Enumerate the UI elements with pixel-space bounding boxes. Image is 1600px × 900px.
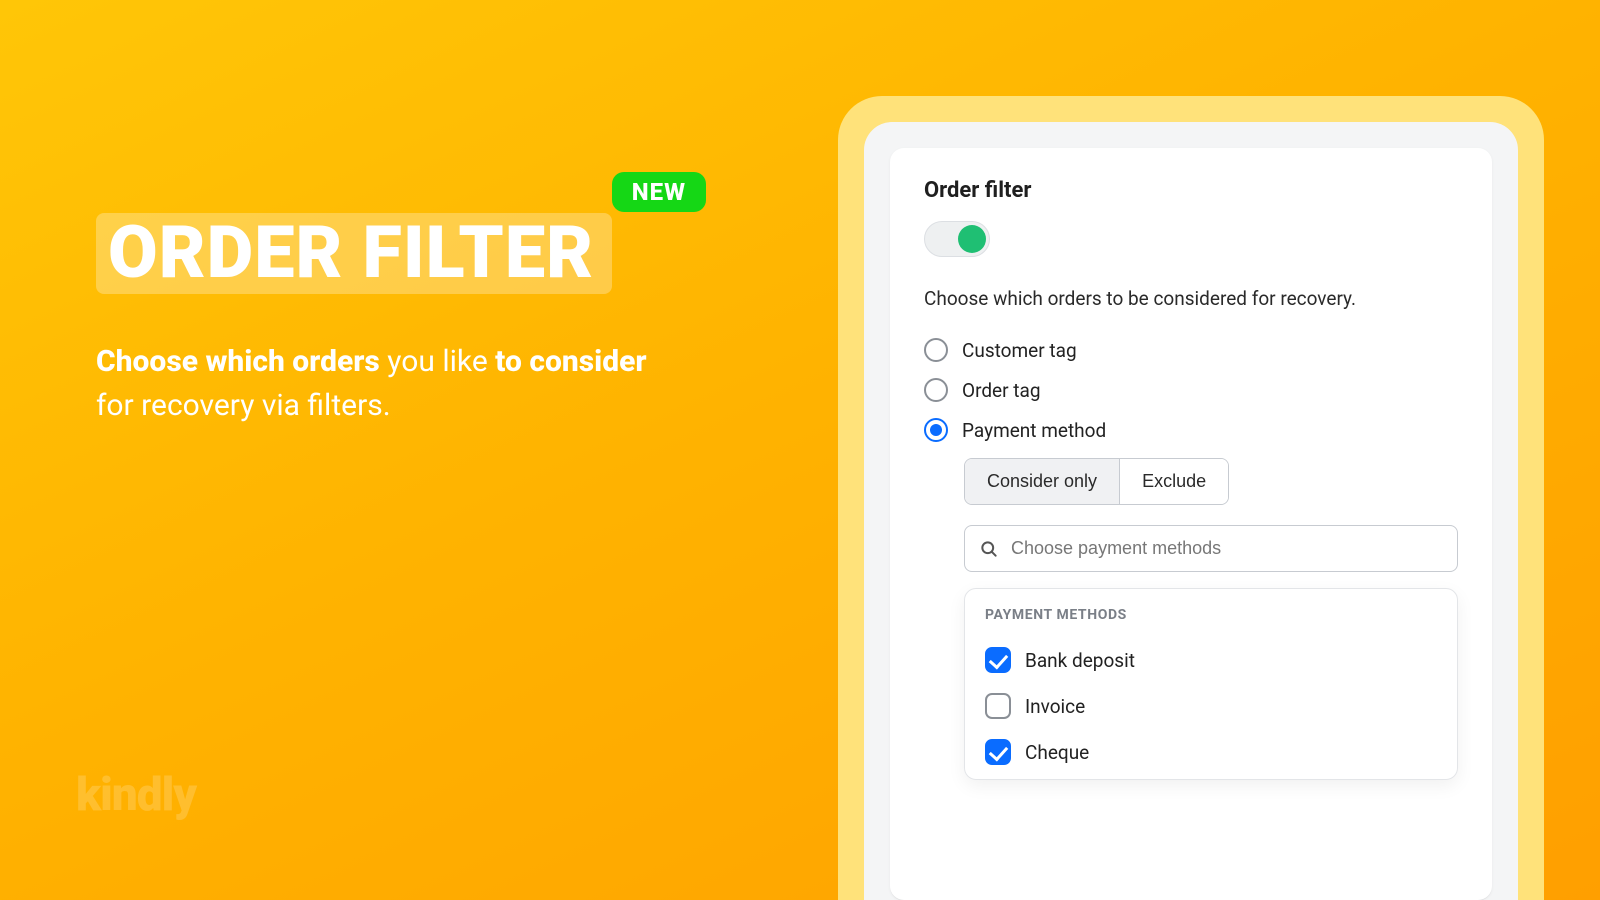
option-label: Invoice bbox=[1025, 695, 1085, 718]
filter-type-radio-group: Customer tag Order tag Payment method bbox=[924, 338, 1458, 442]
dropdown-section-header: PAYMENT METHODS bbox=[985, 607, 1437, 623]
hero-sub-tail: for recovery via filters. bbox=[96, 388, 391, 423]
exclude-button[interactable]: Exclude bbox=[1119, 459, 1228, 504]
order-filter-card: Order filter Choose which orders to be c… bbox=[890, 148, 1492, 900]
hero-title: ORDER FILTER bbox=[108, 213, 594, 292]
search-icon bbox=[979, 539, 999, 559]
radio-icon bbox=[924, 418, 948, 442]
brand-watermark: kindly bbox=[76, 775, 196, 816]
payment-method-subpanel: Consider only Exclude PAYMENT METHODS Ba… bbox=[964, 458, 1458, 780]
device-screen: Order filter Choose which orders to be c… bbox=[864, 122, 1518, 900]
hero-sub-bold-1: Choose which orders bbox=[96, 344, 380, 379]
radio-icon bbox=[924, 338, 948, 362]
radio-customer-tag[interactable]: Customer tag bbox=[924, 338, 1458, 362]
option-label: Cheque bbox=[1025, 741, 1089, 764]
consider-only-button[interactable]: Consider only bbox=[965, 459, 1119, 504]
checkbox-icon bbox=[985, 647, 1011, 673]
option-cheque[interactable]: Cheque bbox=[985, 729, 1437, 775]
card-title: Order filter bbox=[924, 178, 1458, 203]
checkbox-icon bbox=[985, 739, 1011, 765]
payment-method-dropdown: PAYMENT METHODS Bank deposit Invoice Che… bbox=[964, 588, 1458, 780]
option-invoice[interactable]: Invoice bbox=[985, 683, 1437, 729]
radio-label: Order tag bbox=[962, 379, 1041, 402]
toggle-knob bbox=[958, 225, 986, 253]
hero-subtitle: Choose which orders you like to consider… bbox=[96, 340, 656, 427]
checkbox-icon bbox=[985, 693, 1011, 719]
hero-sub-mid: you like bbox=[380, 344, 495, 379]
device-frame: Order filter Choose which orders to be c… bbox=[838, 96, 1544, 900]
option-label: Bank deposit bbox=[1025, 649, 1135, 672]
option-bank-deposit[interactable]: Bank deposit bbox=[985, 637, 1437, 683]
radio-label: Customer tag bbox=[962, 339, 1077, 362]
new-badge: NEW bbox=[612, 172, 706, 212]
mode-segmented-control: Consider only Exclude bbox=[964, 458, 1229, 505]
payment-method-search-input[interactable] bbox=[1011, 538, 1443, 559]
order-filter-toggle[interactable] bbox=[924, 221, 990, 257]
radio-payment-method[interactable]: Payment method bbox=[924, 418, 1458, 442]
payment-method-search[interactable] bbox=[964, 525, 1458, 572]
promo-stage: NEW ORDER FILTER Choose which orders you… bbox=[0, 0, 1600, 900]
hero-title-highlight: ORDER FILTER bbox=[96, 213, 612, 294]
radio-label: Payment method bbox=[962, 419, 1106, 442]
brand-name: kindly bbox=[76, 768, 196, 822]
hero-block: NEW ORDER FILTER Choose which orders you… bbox=[96, 175, 716, 427]
card-description: Choose which orders to be considered for… bbox=[924, 287, 1458, 310]
radio-icon bbox=[924, 378, 948, 402]
hero-sub-bold-2: to consider bbox=[495, 344, 646, 379]
radio-order-tag[interactable]: Order tag bbox=[924, 378, 1458, 402]
